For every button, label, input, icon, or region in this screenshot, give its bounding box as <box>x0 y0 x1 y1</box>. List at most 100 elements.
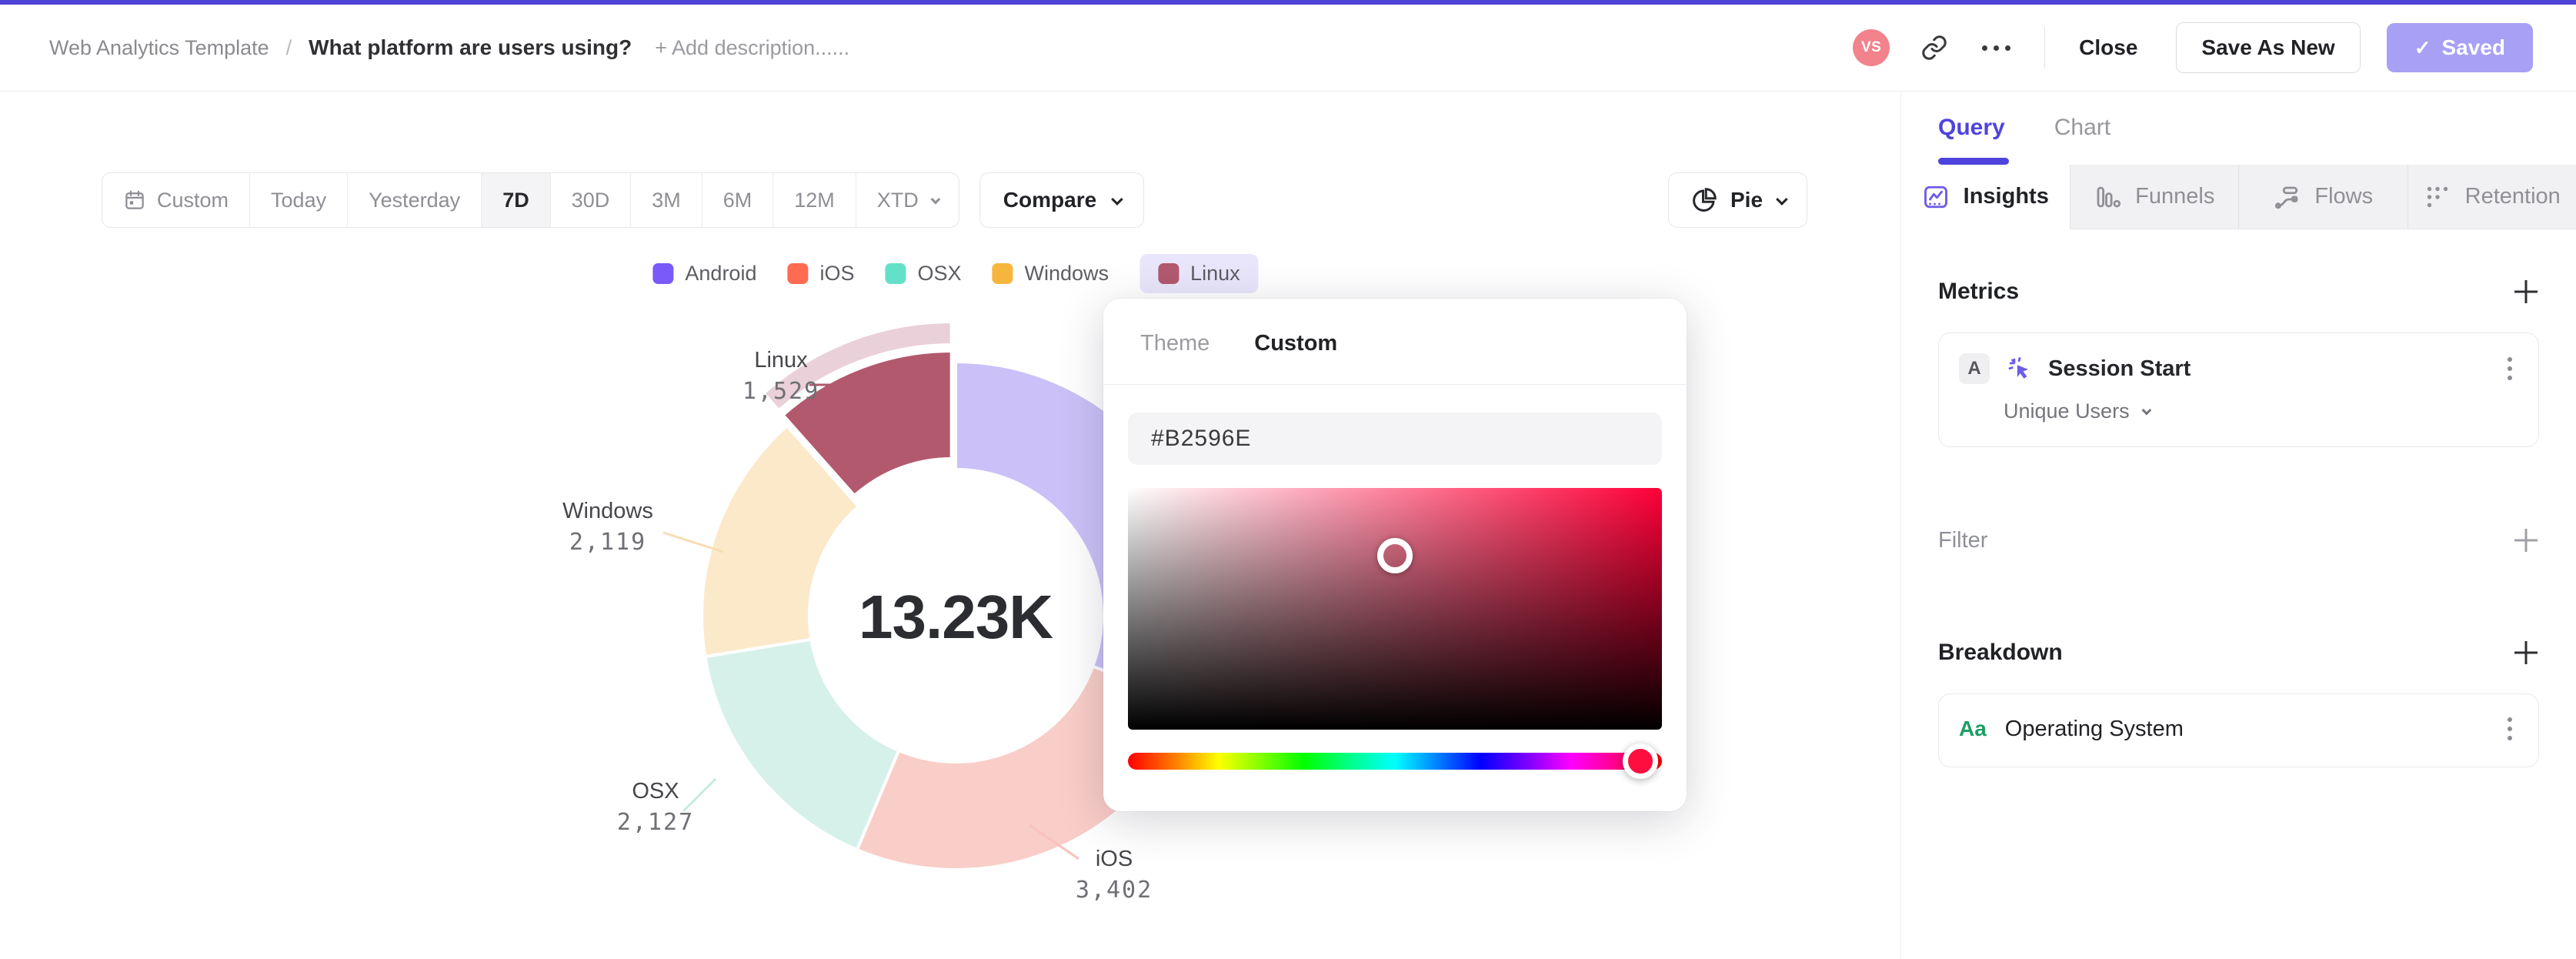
insight-type-tabs: Insights Funnels Flows Retention <box>1901 165 2576 229</box>
metric-badge: A <box>1959 353 1990 384</box>
metric-card[interactable]: A Session Start Unique Users <box>1938 332 2539 447</box>
donut-slice-osx[interactable] <box>703 637 901 852</box>
range-option-7d[interactable]: 7D <box>482 173 551 227</box>
metrics-title: Metrics <box>1938 279 2020 304</box>
tab-chart[interactable]: Chart <box>2054 115 2111 141</box>
metric-menu-icon[interactable] <box>2504 354 2515 383</box>
saturation-value-area[interactable] <box>1128 488 1662 730</box>
filter-title: Filter <box>1938 527 1988 553</box>
range-option-3m[interactable]: 3M <box>631 173 702 227</box>
saved-button-label: Saved <box>2441 35 2506 59</box>
range-option-xtd[interactable]: XTD <box>856 173 959 227</box>
more-options-icon[interactable] <box>1982 45 2011 51</box>
chevron-down-icon <box>1776 192 1788 206</box>
range-option-custom[interactable]: Custom <box>102 173 251 227</box>
compare-button[interactable]: Compare <box>979 172 1145 228</box>
avatar[interactable]: VS <box>1853 29 1890 66</box>
color-picker-tabs: Theme Custom <box>1103 299 1687 356</box>
header-divider <box>2044 27 2046 68</box>
text-property-icon: Aa <box>1959 717 1987 740</box>
range-option-today[interactable]: Today <box>250 173 349 227</box>
compare-label: Compare <box>1003 188 1097 212</box>
chevron-down-icon <box>930 194 941 204</box>
callout-label-osx: OSX 2,127 <box>616 779 695 836</box>
breakdown-title: Breakdown <box>1938 640 2063 665</box>
callout-label-ios: iOS 3,402 <box>1075 847 1153 904</box>
funnels-icon <box>2094 183 2121 211</box>
hex-color-input[interactable]: #B2596E <box>1128 413 1662 465</box>
legend-item-android[interactable]: Android <box>652 254 756 293</box>
tab-custom[interactable]: Custom <box>1254 331 1337 356</box>
range-option-30d[interactable]: 30D <box>551 173 632 227</box>
active-tab-underline <box>1938 158 2009 165</box>
chart-type-button[interactable]: Pie <box>1668 172 1808 228</box>
chart-legend: Android iOS OSX Windows Linux <box>652 254 1259 293</box>
breakdown-section-header: Breakdown <box>1938 640 2539 666</box>
share-link-icon[interactable] <box>1920 34 1948 62</box>
session-start-icon <box>2005 354 2034 383</box>
breakdown-menu-icon[interactable] <box>2504 714 2515 743</box>
legend-swatch <box>1158 263 1180 284</box>
tab-query[interactable]: Query <box>1938 115 2005 141</box>
saturation-value-handle[interactable] <box>1377 537 1413 573</box>
metric-card-row: A Session Start <box>1959 353 2515 384</box>
retention-icon <box>2424 183 2451 211</box>
top-header-bar: Web Analytics Template / What platform a… <box>0 5 2576 92</box>
app-window: Web Analytics Template / What platform a… <box>0 0 2576 959</box>
filter-section-header: Filter <box>1938 527 2539 553</box>
callout-label-linux: Linux 1,529 <box>742 348 820 405</box>
legend-swatch <box>992 263 1013 284</box>
metrics-section-header: Metrics <box>1938 279 2539 305</box>
calendar-icon <box>123 189 146 212</box>
breakdown-name: Operating System <box>2004 716 2184 741</box>
range-option-6m[interactable]: 6M <box>702 173 774 227</box>
range-option-yesterday[interactable]: Yesterday <box>348 173 482 227</box>
flows-icon <box>2273 183 2301 211</box>
hue-slider-handle[interactable] <box>1623 743 1659 779</box>
pie-chart-icon <box>1693 188 1717 212</box>
hue-slider[interactable] <box>1128 743 1662 779</box>
legend-swatch <box>652 263 674 284</box>
insights-icon <box>1922 183 1950 211</box>
query-sidebar: Query Chart Insights Funnels Flows Retentio… <box>1901 92 2576 959</box>
add-breakdown-icon[interactable] <box>2513 640 2539 666</box>
breadcrumb-root[interactable]: Web Analytics Template <box>49 36 269 60</box>
tab-flows[interactable]: Flows <box>2238 165 2407 229</box>
legend-item-windows[interactable]: Windows <box>992 254 1109 293</box>
breadcrumb-separator: / <box>285 35 292 59</box>
legend-swatch <box>885 263 906 284</box>
add-description-link[interactable]: + Add description...... <box>655 36 849 60</box>
callout-label-windows: Windows 2,119 <box>562 499 653 556</box>
legend-item-linux[interactable]: Linux <box>1140 254 1259 293</box>
chevron-down-icon <box>1111 192 1123 206</box>
save-as-new-button[interactable]: Save As New <box>2176 22 2361 73</box>
range-option-12m[interactable]: 12M <box>773 173 856 227</box>
legend-swatch <box>787 263 809 284</box>
date-range-segmented-control: Custom Today Yesterday 7D 30D 3M 6M 12M XTD <box>102 172 959 228</box>
legend-item-osx[interactable]: OSX <box>885 254 962 293</box>
sidebar-content: Metrics A Session Start Unique Users Fil… <box>1901 229 2576 767</box>
tab-funnels[interactable]: Funnels <box>2069 165 2238 229</box>
add-filter-icon[interactable] <box>2513 527 2539 553</box>
page-title[interactable]: What platform are users using? <box>309 35 632 60</box>
tab-theme[interactable]: Theme <box>1140 331 1210 356</box>
donut-center-total: 13.23K <box>859 583 1053 651</box>
saved-button[interactable]: ✓ Saved <box>2386 23 2533 72</box>
color-picker-popup: Theme Custom #B2596E <box>1103 299 1687 811</box>
tab-insights[interactable]: Insights <box>1901 165 2070 229</box>
breakdown-card-row: Aa Operating System <box>1959 714 2515 743</box>
tab-retention[interactable]: Retention <box>2407 165 2576 229</box>
metric-aggregation[interactable]: Unique Users <box>2004 399 2515 423</box>
chart-type-label: Pie <box>1730 188 1763 212</box>
legend-item-ios[interactable]: iOS <box>787 254 854 293</box>
chevron-down-icon <box>2141 405 2151 416</box>
date-range-toolbar: Custom Today Yesterday 7D 30D 3M 6M 12M XTD Comp… <box>102 172 1145 228</box>
check-icon: ✓ <box>2414 35 2431 59</box>
add-metric-icon[interactable] <box>2513 279 2539 305</box>
metric-aggregation-label: Unique Users <box>2004 399 2130 423</box>
sidebar-top-tabs: Query Chart <box>1901 92 2576 141</box>
metric-name: Session Start <box>2048 356 2191 381</box>
picker-divider <box>1103 384 1687 385</box>
close-button[interactable]: Close <box>2079 35 2137 60</box>
breakdown-card[interactable]: Aa Operating System <box>1938 693 2539 767</box>
